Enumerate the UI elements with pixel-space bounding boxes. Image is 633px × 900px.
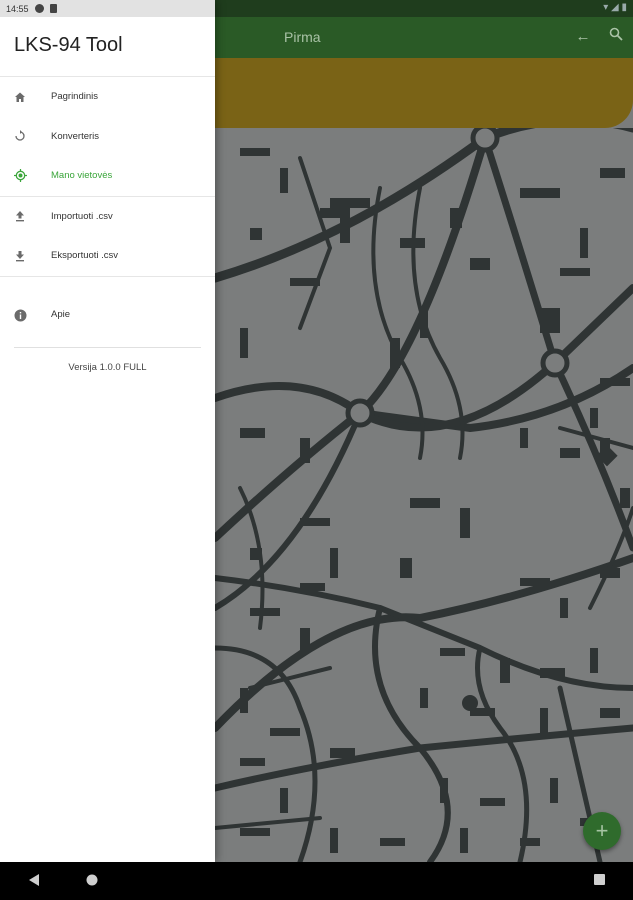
drawer-title: LKS-94 Tool (0, 17, 215, 77)
menu-item-eksportuoti[interactable]: Eksportuoti .csv (0, 236, 215, 276)
home-nav-icon[interactable] (85, 873, 99, 892)
navigation-drawer: 14:55 LKS-94 Tool Pagrindinis Konverteri… (0, 0, 215, 862)
menu-item-label: Importuoti .csv (51, 210, 113, 222)
menu-group-main: Pagrindinis Konverteris Mano vietovės (0, 77, 215, 197)
status-icons: ▾ ◢ ▮ (603, 2, 627, 13)
menu-item-label: Eksportuoti .csv (51, 250, 119, 262)
plus-icon: + (595, 818, 609, 843)
home-icon (13, 90, 27, 104)
status-time: 14:55 (6, 3, 29, 14)
location-target-icon (13, 169, 27, 183)
menu-item-label: Konverteris (51, 130, 100, 142)
sim-icon (49, 4, 57, 13)
upload-icon (13, 209, 27, 223)
menu-group-csv: Importuoti .csv Eksportuoti .csv (0, 197, 215, 277)
version-text: Versija 1.0.0 FULL (68, 361, 147, 373)
drawer-status-bar: 14:55 (0, 0, 215, 17)
back-arrow-icon[interactable]: ← (573, 27, 593, 47)
add-location-fab[interactable]: + (583, 812, 621, 850)
menu-item-importuoti[interactable]: Importuoti .csv (0, 197, 215, 237)
divider (14, 346, 201, 348)
menu-item-label: Mano vietovės (51, 170, 113, 182)
search-icon[interactable] (606, 27, 626, 47)
menu-item-mano-vietoves[interactable]: Mano vietovės (0, 156, 215, 196)
menu-item-label: Pagrindinis (51, 91, 98, 103)
menu-item-pagrindinis[interactable]: Pagrindinis (0, 77, 215, 117)
download-icon (13, 249, 27, 263)
notification-icon (34, 4, 44, 13)
back-nav-icon[interactable] (28, 873, 40, 892)
system-nav-bar (0, 862, 633, 900)
menu-item-konverteris[interactable]: Konverteris (0, 117, 215, 157)
recents-nav-icon[interactable] (593, 873, 606, 891)
info-icon (13, 309, 27, 323)
menu-item-apie[interactable]: Apie (0, 289, 215, 347)
refresh-icon (13, 129, 27, 143)
menu-item-label: Apie (51, 308, 71, 320)
toolbar-title: Pirma (284, 29, 321, 45)
